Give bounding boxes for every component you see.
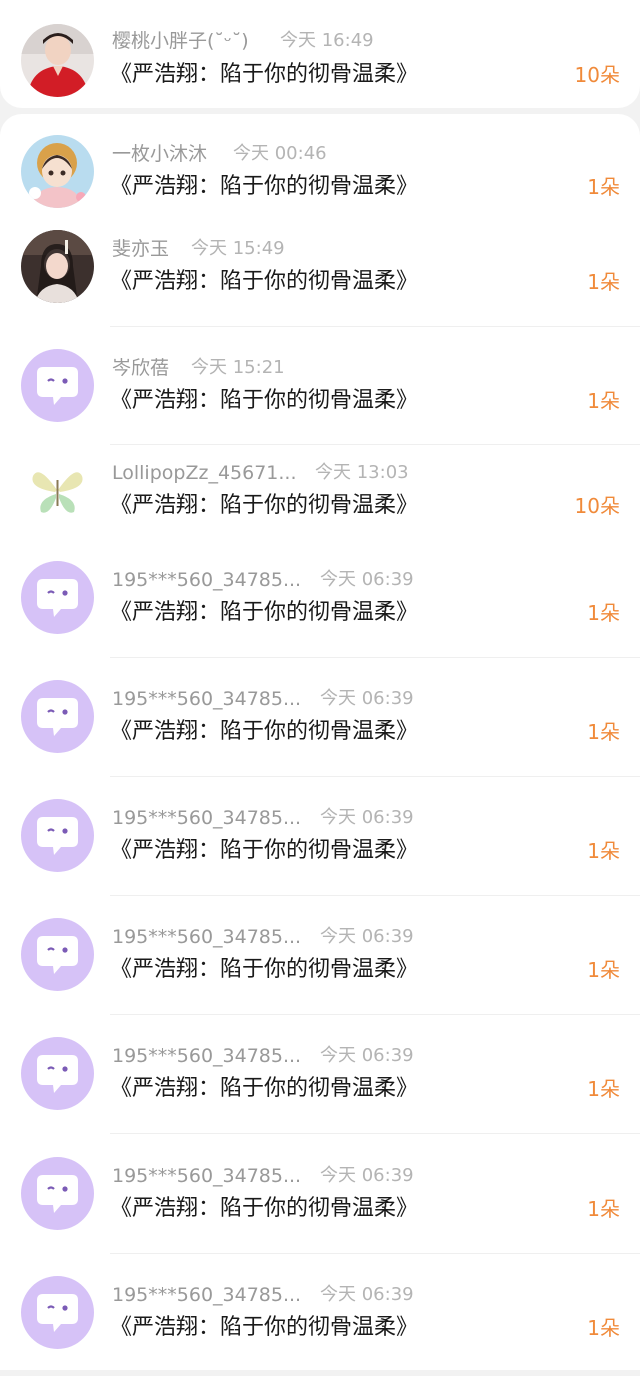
timestamp: 今天 06:39	[320, 1045, 414, 1066]
avatar[interactable]	[21, 135, 94, 208]
divider	[110, 1253, 640, 1254]
default-chat-bubble-avatar-icon	[21, 1037, 94, 1110]
user-photo-red-shirt-icon	[21, 24, 94, 97]
avatar[interactable]	[21, 918, 94, 991]
timestamp: 今天 06:39	[320, 688, 414, 709]
list-item[interactable]: 195***560_34785... 今天 06:39 《严浩翔：陷于你的彻骨温…	[0, 799, 640, 899]
list-item[interactable]: 斐亦玉 今天 15:49 《严浩翔：陷于你的彻骨温柔》 1朵	[0, 230, 640, 330]
list-item[interactable]: 195***560_34785... 今天 06:39 《严浩翔：陷于你的彻骨温…	[0, 1037, 640, 1137]
timestamp: 今天 16:49	[280, 30, 374, 51]
user-name[interactable]: 岑欣蓓	[112, 355, 169, 381]
flower-count: 10朵	[574, 63, 620, 87]
avatar[interactable]	[21, 799, 94, 872]
list-item[interactable]: 195***560_34785... 今天 06:39 《严浩翔：陷于你的彻骨温…	[0, 918, 640, 1018]
divider	[110, 657, 640, 658]
user-name[interactable]: 樱桃小胖子(˘ᵕ˘)	[112, 28, 249, 54]
flower-count: 1朵	[587, 1077, 620, 1101]
default-chat-bubble-avatar-icon	[21, 799, 94, 872]
book-title[interactable]: 《严浩翔：陷于你的彻骨温柔》	[110, 59, 418, 91]
user-name[interactable]: 195***560_34785...	[112, 805, 301, 831]
default-chat-bubble-avatar-icon	[21, 680, 94, 753]
list-item[interactable]: 岑欣蓓 今天 15:21 《严浩翔：陷于你的彻骨温柔》 1朵	[0, 349, 640, 449]
list-item[interactable]: 樱桃小胖子(˘ᵕ˘) 今天 16:49 《严浩翔：陷于你的彻骨温柔》 10朵	[0, 22, 640, 122]
book-title[interactable]: 《严浩翔：陷于你的彻骨温柔》	[110, 1193, 418, 1225]
user-name[interactable]: 195***560_34785...	[112, 924, 301, 950]
timestamp: 今天 00:46	[233, 143, 327, 164]
book-title[interactable]: 《严浩翔：陷于你的彻骨温柔》	[110, 490, 418, 522]
avatar[interactable]	[21, 561, 94, 634]
avatar[interactable]	[21, 1157, 94, 1230]
user-name[interactable]: LollipopZz_45671...	[112, 460, 297, 486]
list-item[interactable]: 195***560_34785... 今天 06:39 《严浩翔：陷于你的彻骨温…	[0, 1157, 640, 1257]
timestamp: 今天 15:49	[191, 238, 285, 259]
divider	[110, 326, 640, 327]
book-title[interactable]: 《严浩翔：陷于你的彻骨温柔》	[110, 597, 418, 629]
user-name[interactable]: 195***560_34785...	[112, 686, 301, 712]
user-name[interactable]: 195***560_34785...	[112, 1163, 301, 1189]
avatar[interactable]	[21, 349, 94, 422]
flower-count: 10朵	[574, 494, 620, 518]
avatar[interactable]	[21, 24, 94, 97]
user-name[interactable]: 斐亦玉	[112, 236, 169, 262]
timestamp: 今天 06:39	[320, 1165, 414, 1186]
divider	[110, 776, 640, 777]
flower-count: 1朵	[587, 389, 620, 413]
list-item[interactable]: 一枚小沐沐 今天 00:46 《严浩翔：陷于你的彻骨温柔》 1朵	[0, 135, 640, 235]
book-title[interactable]: 《严浩翔：陷于你的彻骨温柔》	[110, 1312, 418, 1344]
book-title[interactable]: 《严浩翔：陷于你的彻骨温柔》	[110, 1073, 418, 1105]
timestamp: 今天 15:21	[191, 357, 285, 378]
list-item[interactable]: 195***560_34785... 今天 06:39 《严浩翔：陷于你的彻骨温…	[0, 1276, 640, 1376]
default-chat-bubble-avatar-icon	[21, 918, 94, 991]
avatar[interactable]	[21, 680, 94, 753]
user-name[interactable]: 195***560_34785...	[112, 1043, 301, 1069]
default-chat-bubble-avatar-icon	[21, 561, 94, 634]
default-chat-bubble-avatar-icon	[21, 1276, 94, 1349]
default-chat-bubble-avatar-icon	[21, 349, 94, 422]
avatar[interactable]	[21, 230, 94, 303]
anime-girl-avatar-icon	[21, 135, 94, 208]
flower-count: 1朵	[587, 270, 620, 294]
divider	[110, 1014, 640, 1015]
divider	[110, 1133, 640, 1134]
list-item[interactable]: 195***560_34785... 今天 06:39 《严浩翔：陷于你的彻骨温…	[0, 561, 640, 661]
timestamp: 今天 06:39	[320, 807, 414, 828]
divider	[110, 895, 640, 896]
avatar[interactable]	[21, 1037, 94, 1110]
flower-count: 1朵	[587, 1316, 620, 1340]
book-title[interactable]: 《严浩翔：陷于你的彻骨温柔》	[110, 171, 418, 203]
book-title[interactable]: 《严浩翔：陷于你的彻骨温柔》	[110, 266, 418, 298]
user-name[interactable]: 195***560_34785...	[112, 1282, 301, 1308]
user-name[interactable]: 一枚小沐沐	[112, 141, 207, 167]
flower-count: 1朵	[587, 720, 620, 744]
flower-count: 1朵	[587, 1197, 620, 1221]
avatar[interactable]	[21, 454, 94, 527]
timestamp: 今天 06:39	[320, 569, 414, 590]
list-item[interactable]: 195***560_34785... 今天 06:39 《严浩翔：陷于你的彻骨温…	[0, 680, 640, 780]
flower-count: 1朵	[587, 601, 620, 625]
butterfly-avatar-icon	[21, 454, 94, 527]
flower-count: 1朵	[587, 839, 620, 863]
user-name[interactable]: 195***560_34785...	[112, 567, 301, 593]
list-item[interactable]: LollipopZz_45671... 今天 13:03 《严浩翔：陷于你的彻骨…	[0, 454, 640, 554]
timestamp: 今天 13:03	[315, 462, 409, 483]
book-title[interactable]: 《严浩翔：陷于你的彻骨温柔》	[110, 385, 418, 417]
divider	[110, 444, 640, 445]
timestamp: 今天 06:39	[320, 1284, 414, 1305]
default-chat-bubble-avatar-icon	[21, 1157, 94, 1230]
book-title[interactable]: 《严浩翔：陷于你的彻骨温柔》	[110, 716, 418, 748]
girl-photo-avatar-icon	[21, 230, 94, 303]
book-title[interactable]: 《严浩翔：陷于你的彻骨温柔》	[110, 835, 418, 867]
timestamp: 今天 06:39	[320, 926, 414, 947]
book-title[interactable]: 《严浩翔：陷于你的彻骨温柔》	[110, 954, 418, 986]
flower-count: 1朵	[587, 175, 620, 199]
avatar[interactable]	[21, 1276, 94, 1349]
flower-count: 1朵	[587, 958, 620, 982]
